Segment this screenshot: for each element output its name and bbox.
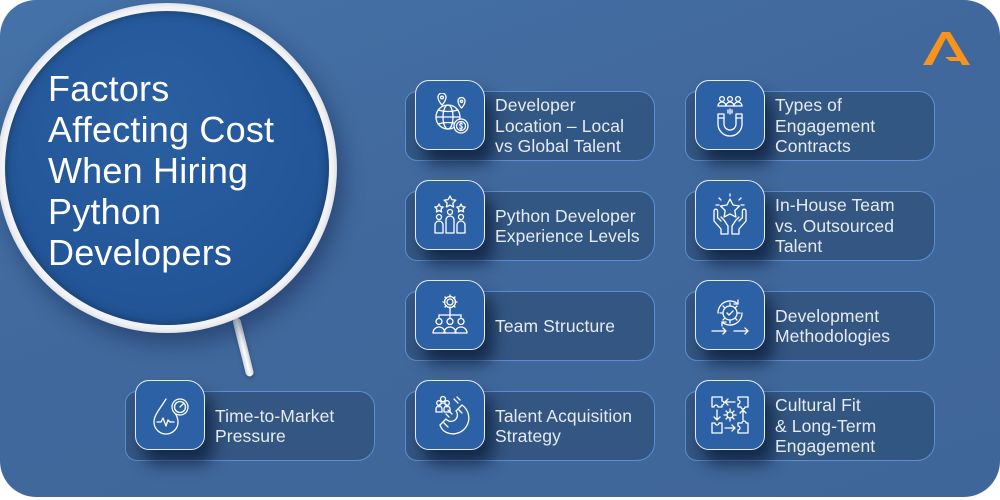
title-line: Developers [48, 232, 233, 273]
factor-card-experience-levels: Python Developer Experience Levels [405, 180, 655, 261]
factor-card-team-structure: Team Structure [405, 280, 655, 361]
title-line: Affecting Cost [48, 109, 275, 150]
card-label-line: Talent Acquisition [495, 405, 633, 426]
globe-location-coin-icon [435, 93, 469, 134]
hands-star-icon [713, 193, 747, 235]
card-label-line: vs Global Talent [495, 136, 621, 157]
card-label-line: Developer [495, 95, 576, 116]
factor-card-talent-acquisition: Talent Acquisition Strategy [405, 380, 655, 461]
card-label-line: Methodologies [775, 326, 891, 346]
card-label: Types of Engagement Contracts [775, 91, 940, 161]
card-label-line: Strategy [495, 426, 561, 446]
card-label-line: & Long-Term [775, 415, 877, 436]
card-label: Developer Location – Local vs Global Tal… [495, 91, 660, 161]
magnet-attract-icon [435, 395, 470, 435]
card-label-line: Engagement [775, 436, 876, 457]
card-label-line: Cultural Fit [775, 395, 861, 416]
factor-card-dev-methodologies: Development Methodologies [685, 280, 935, 361]
card-label: Talent Acquisition Strategy [495, 391, 660, 461]
card-label: Time-to-Market Pressure [215, 391, 380, 461]
ranked-people-stars-icon [434, 195, 466, 234]
card-label: Cultural Fit & Long-Term Engagement [775, 391, 940, 461]
card-label: In-House Team vs. Outsourced Talent [775, 191, 940, 261]
triangle-logo-icon [923, 32, 970, 65]
card-label-line: Pressure [215, 426, 286, 446]
factor-card-developer-location: Developer Location – Local vs Global Tal… [405, 80, 655, 161]
card-label-line: Talent [775, 236, 823, 257]
team-hierarchy-gear-icon [432, 294, 468, 334]
icon-box [695, 280, 765, 350]
icon-box [415, 80, 485, 150]
factor-card-engagement-contracts: Types of Engagement Contracts [685, 80, 935, 161]
card-label-line: Team Structure [495, 315, 616, 336]
page-title: Factors Affecting Cost When Hiring Pytho… [48, 68, 348, 273]
icon-box [415, 380, 485, 450]
card-label: Development Methodologies [775, 291, 940, 361]
factor-card-cultural-fit: Cultural Fit & Long-Term Engagement [685, 380, 935, 461]
title-line: When Hiring [48, 150, 249, 191]
card-label-line: vs. Outsourced [775, 215, 895, 236]
icon-box [695, 80, 765, 150]
card-label-line: Engagement [775, 115, 876, 136]
card-label-line: Types of [775, 95, 842, 116]
card-label-line: Python Developer [495, 205, 636, 226]
magnet-people-icon [717, 95, 743, 137]
factor-card-inhouse-vs-outsourced: In-House Team vs. Outsourced Talent [685, 180, 935, 261]
title-line: Python [48, 191, 162, 232]
card-label: Team Structure [495, 291, 660, 361]
icon-box [135, 380, 205, 450]
card-label-line: Time-to-Market [215, 405, 335, 426]
card-label-line: Experience Levels [495, 226, 640, 246]
icon-box [695, 380, 765, 450]
cycle-gear-check-icon [711, 299, 749, 335]
icon-box [415, 180, 485, 250]
card-label-line: In-House Team [775, 195, 895, 216]
card-label: Python Developer Experience Levels [495, 191, 660, 261]
card-label-line: Contracts [775, 136, 851, 157]
title-line: Factors [48, 68, 170, 109]
factor-card-time-to-market: Time-to-Market Pressure [125, 380, 375, 461]
drop-gauge-icon [153, 398, 189, 435]
icon-box [415, 280, 485, 350]
icon-box [695, 180, 765, 250]
puzzle-gear-cycle-icon [711, 396, 749, 434]
card-label-line: Development [775, 305, 880, 326]
card-label-line: Location – Local [495, 115, 625, 136]
